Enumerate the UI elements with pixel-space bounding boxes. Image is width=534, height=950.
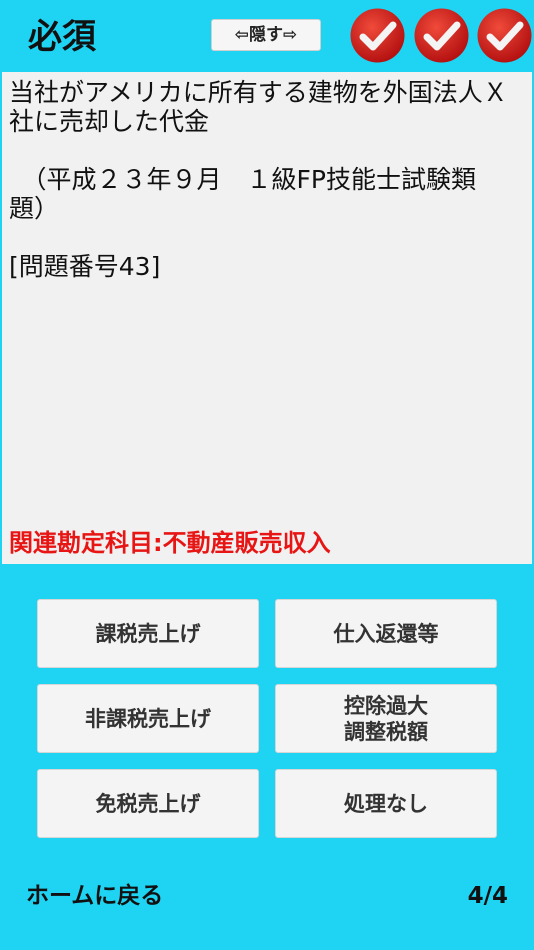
answer-button-no-treatment[interactable]: 処理なし — [275, 769, 497, 838]
checkmark-icon — [476, 7, 533, 64]
answer-button-purchase-returns[interactable]: 仕入返還等 — [275, 599, 497, 668]
hide-button[interactable]: ⇦隠す⇨ — [211, 19, 321, 51]
answer-button-non-taxable-sales[interactable]: 非課税売上げ — [37, 684, 259, 753]
answer-button-taxable-sales[interactable]: 課税売上げ — [37, 599, 259, 668]
question-panel: 当社がアメリカに所有する建物を外国法人Ｘ社に売却した代金 （平成２３年９月 １級… — [2, 72, 532, 564]
answer-button-tax-exempt-sales[interactable]: 免税売上げ — [37, 769, 259, 838]
checkmark-icon — [413, 7, 470, 64]
home-button[interactable]: ホームに戻る — [26, 879, 163, 913]
page-indicator: 4/4 — [467, 883, 508, 909]
page-title: 必須 — [28, 17, 96, 57]
question-text: 当社がアメリカに所有する建物を外国法人Ｘ社に売却した代金 （平成２３年９月 １級… — [9, 78, 508, 281]
related-account-label: 関連勘定科目:不動産販売収入 — [9, 529, 331, 557]
checkmark-icon — [349, 7, 406, 64]
answer-button-excess-deduction-adjustment[interactable]: 控除過大 調整税額 — [275, 684, 497, 753]
